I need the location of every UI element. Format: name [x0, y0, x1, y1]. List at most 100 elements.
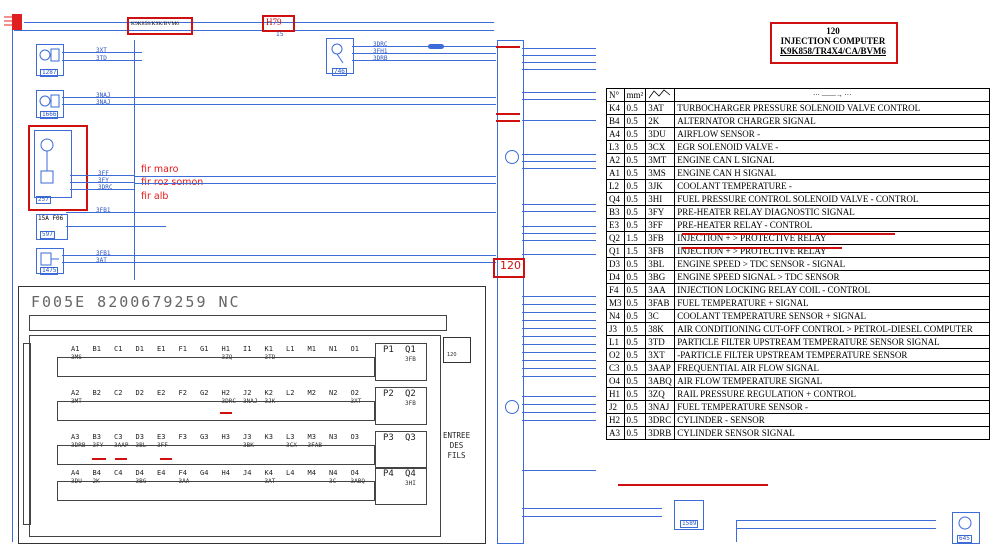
cell-pin: L1 [606, 335, 625, 349]
pin-label[interactable]: C2 [114, 389, 122, 397]
pq-pin-label[interactable]: Q1 [405, 345, 416, 355]
injection-computer-block[interactable] [497, 40, 524, 544]
annotation-fir-alb: fir alb [141, 191, 169, 202]
pin-label[interactable]: O2 [351, 389, 359, 397]
cell-desc: ENGINE CAN H SIGNAL [674, 166, 991, 180]
pin-label[interactable]: D2 [136, 389, 144, 397]
pin-label[interactable]: H3 [222, 433, 230, 441]
cell-code: 3CX [645, 140, 676, 154]
pq-pin-label[interactable]: P2 [383, 389, 394, 399]
pin-label[interactable]: E1 [157, 345, 165, 353]
pin-label[interactable]: H4 [222, 469, 230, 477]
cell-desc: AIR CONDITIONING CUT-OFF CONTROL > PETRO… [674, 322, 991, 336]
pin-row [57, 481, 375, 501]
cell-mm: 1.5 [623, 231, 647, 245]
pin-label[interactable]: G1 [200, 345, 208, 353]
pin-label[interactable]: C1 [114, 345, 122, 353]
cell-code: 3FB [645, 231, 676, 245]
annotation-fir-maro: fir maro [141, 164, 179, 175]
pq-pin-label[interactable]: Q3 [405, 433, 416, 443]
pin-label[interactable]: K4 [265, 469, 273, 477]
pin-label[interactable]: G2 [200, 389, 208, 397]
pin-label[interactable]: L3 [286, 433, 294, 441]
pq-pin-label[interactable]: P3 [383, 433, 394, 443]
pin-label[interactable]: H1 [222, 345, 230, 353]
pin-label[interactable]: J2 [243, 389, 251, 397]
cell-desc: FUEL TEMPERATURE SENSOR - [674, 400, 991, 414]
component-id-1287: 1287 [40, 69, 59, 77]
pin-label[interactable]: B2 [93, 389, 101, 397]
pin-row [57, 445, 375, 465]
pin-label[interactable]: H2 [222, 389, 230, 397]
pin-label[interactable]: F2 [179, 389, 187, 397]
pin-label[interactable]: E3 [157, 433, 165, 441]
cell-desc: COOLANT TEMPERATURE SENSOR + SIGNAL [674, 309, 991, 323]
pin-label[interactable]: A4 [71, 469, 79, 477]
pin-row [57, 401, 375, 421]
connector-icon-label: 120 [447, 352, 457, 358]
pin-label[interactable]: M3 [308, 433, 316, 441]
pq-pin-label[interactable]: Q2 [405, 389, 416, 399]
cell-mm: 0.5 [623, 166, 647, 180]
cell-code: 3TD [645, 335, 676, 349]
pin-label[interactable]: K1 [265, 345, 273, 353]
pin-code: 3JK [264, 398, 276, 405]
pin-label[interactable]: N4 [329, 469, 337, 477]
pq-pin-label[interactable]: P1 [383, 345, 394, 355]
pin-label[interactable]: B1 [93, 345, 101, 353]
pin-label[interactable]: B3 [93, 433, 101, 441]
pin-label[interactable]: B4 [93, 469, 101, 477]
pin-label[interactable]: J4 [243, 469, 251, 477]
table-row: F4 0.5 3AA INJECTION LOCKING RELAY COIL - C… [606, 283, 991, 297]
pin-label[interactable]: F1 [179, 345, 187, 353]
pin-label[interactable]: O3 [351, 433, 359, 441]
pin-label[interactable]: D1 [136, 345, 144, 353]
pq-pin-label[interactable]: P4 [383, 469, 394, 479]
pin-label[interactable]: C3 [114, 433, 122, 441]
table-row: B4 0.5 2K ALTERNATOR CHARGER SIGNAL [606, 114, 991, 128]
component-id-597: 597 [40, 231, 55, 239]
pin-label[interactable]: K2 [265, 389, 273, 397]
cell-pin: B3 [606, 205, 625, 219]
preheater-relay-257[interactable] [34, 130, 72, 198]
pq-pin-label[interactable]: Q4 [405, 469, 416, 479]
pin-label[interactable]: L4 [286, 469, 294, 477]
pin-label[interactable]: M1 [308, 345, 316, 353]
pin-label[interactable]: A2 [71, 389, 79, 397]
pin-label[interactable]: N3 [329, 433, 337, 441]
pin-label[interactable]: L1 [286, 345, 294, 353]
pin-label[interactable]: G4 [200, 469, 208, 477]
pin-label[interactable]: K3 [265, 433, 273, 441]
pin-label[interactable]: N1 [329, 345, 337, 353]
pin-label[interactable]: G3 [200, 433, 208, 441]
pin-code: 3ABQ [350, 478, 365, 485]
pin-label[interactable]: D4 [136, 469, 144, 477]
pin-label[interactable]: A1 [71, 345, 79, 353]
cell-desc: ENGINE SPEED > TDC SENSOR - SIGNAL [674, 257, 991, 271]
cell-mm: 0.5 [623, 257, 647, 271]
cell-desc: ALTERNATOR CHARGER SIGNAL [674, 114, 991, 128]
pin-label[interactable]: E2 [157, 389, 165, 397]
pin-code: 3TD [264, 354, 276, 361]
header-mm: mm² [623, 88, 647, 102]
pin-label[interactable]: O4 [351, 469, 359, 477]
pin-label[interactable]: O1 [351, 345, 359, 353]
cell-desc: ENGINE SPEED SIGNAL > TDC SENSOR [674, 270, 991, 284]
pin-label[interactable]: F3 [179, 433, 187, 441]
pin-label[interactable]: M4 [308, 469, 316, 477]
pin-label[interactable]: E4 [157, 469, 165, 477]
cell-desc: FUEL TEMPERATURE + SIGNAL [674, 296, 991, 310]
pin-label[interactable]: L2 [286, 389, 294, 397]
cell-pin: A1 [606, 166, 625, 180]
component-id-746: 746 [332, 68, 347, 76]
pin-label[interactable]: M2 [308, 389, 316, 397]
pin-label[interactable]: N2 [329, 389, 337, 397]
pin-label[interactable]: A3 [71, 433, 79, 441]
cell-code: 3C [645, 309, 676, 323]
ecu-symbol-icon [505, 150, 519, 164]
pin-label[interactable]: I1 [243, 345, 251, 353]
pin-label[interactable]: D3 [136, 433, 144, 441]
pin-label[interactable]: C4 [114, 469, 122, 477]
pin-label[interactable]: J3 [243, 433, 251, 441]
pin-label[interactable]: F4 [179, 469, 187, 477]
